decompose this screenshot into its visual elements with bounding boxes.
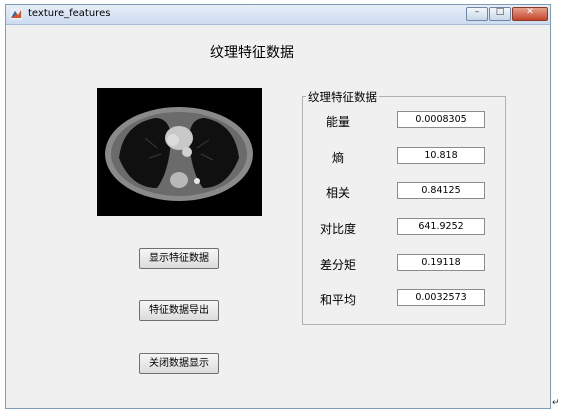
maximize-button[interactable]: □ <box>489 7 511 21</box>
return-marker: ↵ <box>552 398 560 408</box>
ct-scan-image <box>97 88 262 216</box>
feature-label-entropy: 熵 <box>331 151 344 165</box>
feature-value-inverse-difference-moment[interactable]: 0.19118 <box>397 254 485 271</box>
minimize-button[interactable]: – <box>466 7 488 21</box>
feature-value-energy[interactable]: 0.0008305 <box>397 111 485 128</box>
title-bar[interactable]: texture_features – □ ✕ <box>6 5 550 25</box>
feature-label-sum-average: 和平均 <box>319 293 356 307</box>
close-window-button[interactable]: ✕ <box>512 7 548 21</box>
show-features-button[interactable]: 显示特征数据 <box>139 248 219 269</box>
feature-value-sum-average[interactable]: 0.0032573 <box>397 289 485 306</box>
matlab-figure-icon <box>10 8 22 20</box>
export-features-button[interactable]: 特征数据导出 <box>139 300 219 321</box>
close-display-button[interactable]: 关闭数据显示 <box>139 353 219 374</box>
window-title: texture_features <box>28 8 111 19</box>
feature-label-inverse-difference-moment: 差分矩 <box>319 258 356 272</box>
maximize-icon: □ <box>495 7 505 17</box>
feature-value-entropy[interactable]: 10.818 <box>397 147 485 164</box>
minimize-icon: – <box>474 7 480 17</box>
panel-title: 纹理特征数据 <box>306 89 379 105</box>
feature-value-correlation[interactable]: 0.84125 <box>397 182 485 199</box>
close-icon: ✕ <box>526 7 534 17</box>
page-title: 纹理特征数据 <box>210 45 294 61</box>
feature-label-energy: 能量 <box>325 115 350 129</box>
feature-label-correlation: 相关 <box>325 186 350 200</box>
feature-value-contrast[interactable]: 641.9252 <box>397 218 485 235</box>
feature-label-contrast: 对比度 <box>319 222 356 236</box>
